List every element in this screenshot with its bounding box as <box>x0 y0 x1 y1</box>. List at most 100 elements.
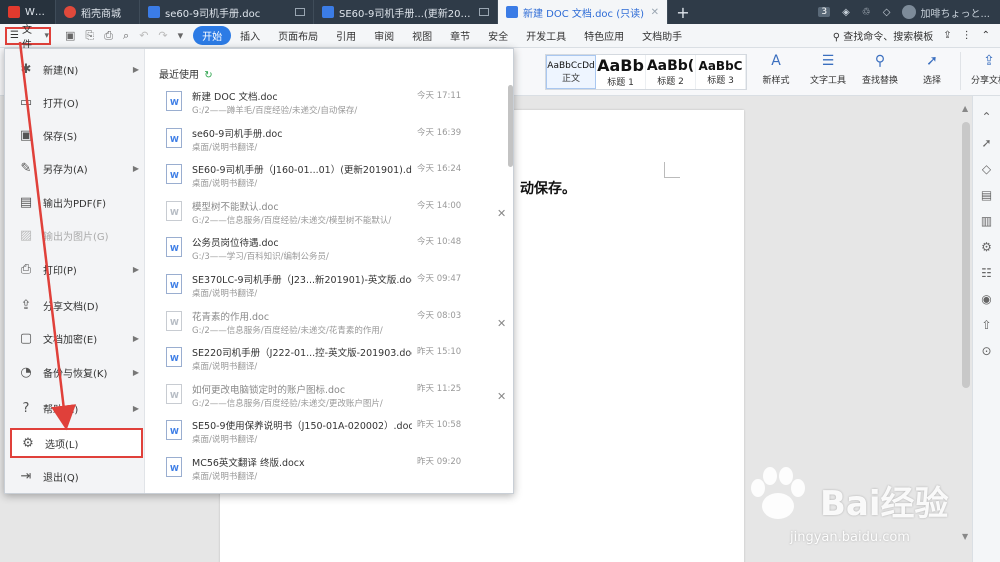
collapse-icon[interactable]: ⌃ <box>981 110 991 124</box>
recent-file-name: 花青素的作用.doc <box>192 311 270 323</box>
file-menu-item[interactable]: ⇥ 退出(Q) <box>5 461 145 491</box>
recent-file-row[interactable]: se60-9司机手册.doc 桌面/说明书翻译/今天 16:39 <box>159 126 499 162</box>
tab-review[interactable]: 审阅 <box>365 28 403 43</box>
document-text[interactable]: 动保存。 <box>520 178 576 198</box>
select-button[interactable]: ➚ 选择 <box>908 52 956 90</box>
recent-file-row[interactable]: SE50-9使用保养说明书（J150-01A-020002）.docx 桌面/说明… <box>159 418 499 454</box>
recent-file-row[interactable]: 如何更改电脑锁定时的账户图标.doc G:/2——信息服务/百度经验/未递交/更改… <box>159 382 506 418</box>
tab-references[interactable]: 引用 <box>327 28 365 43</box>
recent-file-path: G:/3——学习/百科知识/编制公务员/ <box>192 252 329 263</box>
scroll-up-icon[interactable]: ▲ <box>962 104 968 113</box>
recent-file-row[interactable]: SE370LC-9司机手册（J23...新201901)-英文版.docx 桌面/… <box>159 272 499 308</box>
backup-icon[interactable]: ⊙ <box>981 344 991 358</box>
properties-icon[interactable]: ⚙ <box>981 240 992 254</box>
shirt-icon[interactable]: ♲ <box>862 7 871 18</box>
style-preview: AaBb( <box>646 57 695 74</box>
tab-page-layout[interactable]: 页面布局 <box>269 28 327 43</box>
recent-file-row[interactable]: MC56英文翻译 终版.docx 桌面/说明书翻译/昨天 09:20 <box>159 455 499 491</box>
customize-icon[interactable]: ▾ <box>178 29 184 43</box>
vertical-scrollbar[interactable] <box>962 122 970 388</box>
save-icon[interactable]: ▣ <box>65 29 75 43</box>
style-normal[interactable]: AaBbCcDd 正文 <box>546 55 596 89</box>
export-icon[interactable]: ⎘ <box>85 29 94 43</box>
style-pane-icon[interactable]: ▤ <box>981 188 992 202</box>
refresh-icon[interactable]: ↻ <box>204 70 212 81</box>
remove-recent-icon[interactable]: ✕ <box>497 390 506 403</box>
more-icon[interactable]: ⋮ <box>962 30 972 41</box>
backup-icon: ◔ <box>20 364 32 380</box>
tool-label: 新样式 <box>762 76 790 86</box>
review-icon[interactable]: ☷ <box>981 266 992 280</box>
file-menu-item[interactable]: ⎙ 打印(P) ▶ <box>5 254 145 284</box>
shapes-icon[interactable]: ◇ <box>982 162 991 176</box>
tab-view[interactable]: 视图 <box>403 28 441 43</box>
tab-document[interactable]: se60-9司机手册.doc <box>140 0 314 24</box>
find-replace-button[interactable]: ⚲ 查找替换 <box>856 52 904 90</box>
new-style-button[interactable]: A 新样式 <box>752 52 800 90</box>
wps-logo-icon <box>8 6 20 18</box>
skin-icon[interactable]: ◈ <box>842 7 850 18</box>
recent-file-row[interactable]: 公务员岗位待遇.doc G:/3——学习/百科知识/编制公务员/今天 10:48 <box>159 235 499 271</box>
file-menu-item[interactable]: ▢ 文档加密(E) ▶ <box>5 323 145 353</box>
new-tab-button[interactable]: + <box>668 0 698 24</box>
tool-label: 分享文档 <box>970 76 1000 86</box>
recent-files-scrollbar[interactable] <box>508 85 513 167</box>
layout-icon[interactable]: ▥ <box>981 214 992 228</box>
remove-recent-icon[interactable]: ✕ <box>497 317 506 330</box>
tab-featured[interactable]: 特色应用 <box>575 28 633 43</box>
file-menu-item[interactable]: ✱ 新建(N) ▶ <box>5 54 145 84</box>
cursor-icon[interactable]: ➚ <box>981 136 991 150</box>
share-icon[interactable]: ⇪ <box>943 30 951 41</box>
redo-icon[interactable]: ↷ <box>158 29 167 43</box>
search-command[interactable]: ⚲ 查找命令、搜索模板 <box>833 28 934 43</box>
search-command-label: 查找命令、搜索模板 <box>843 32 934 43</box>
file-menu-item[interactable]: ◔ 备份与恢复(K) ▶ <box>5 357 145 387</box>
file-menu-item[interactable]: ▭ 打开(O) <box>5 87 145 117</box>
tool-label: 文字工具 <box>809 76 846 86</box>
recent-file-row[interactable]: SE60-9司机手册（J160-01...01）(更新201901).docx 桌… <box>159 162 499 198</box>
chevron-right-icon: ▶ <box>132 64 139 74</box>
tab-home[interactable]: 开始 <box>193 26 232 45</box>
undo-icon[interactable]: ↶ <box>139 29 148 43</box>
style-heading-3[interactable]: AaBbC 标题 3 <box>696 55 746 89</box>
file-menu-item[interactable]: ▤ 输出为PDF(F) <box>5 187 145 217</box>
file-menu-item[interactable]: ✎ 另存为(A) ▶ <box>5 153 145 183</box>
file-menu-item[interactable]: ⇪ 分享文档(D) <box>5 290 145 320</box>
word-doc-icon <box>166 200 182 221</box>
recent-file-time: 今天 10:48 <box>417 237 462 248</box>
close-icon[interactable]: ✕ <box>651 7 659 18</box>
text-tools-button[interactable]: ☰ 文字工具 <box>804 52 852 90</box>
window-count-badge[interactable]: 3 <box>818 7 831 17</box>
tab-docer-store[interactable]: 稻壳商城 <box>56 0 140 24</box>
style-heading-1[interactable]: AaBb 标题 1 <box>596 55 646 89</box>
style-heading-2[interactable]: AaBb( 标题 2 <box>646 55 696 89</box>
file-menu-item[interactable]: ▨ 输出为图片(G) <box>5 220 145 250</box>
file-menu-item[interactable]: ⚙ 选项(L) <box>10 428 143 458</box>
tab-chapter[interactable]: 章节 <box>441 28 479 43</box>
user-account[interactable]: 加啡ちょっと... <box>902 5 990 20</box>
share-document-button[interactable]: ⇪ 分享文档 <box>965 52 1000 90</box>
tab-label: 新建 DOC 文档.doc (只读) <box>523 8 645 20</box>
tab-security[interactable]: 安全 <box>479 28 517 43</box>
collapse-ribbon-icon[interactable]: ⌃ <box>982 30 990 41</box>
print-preview-icon[interactable]: ⌕ <box>123 29 129 43</box>
style-name: 标题 1 <box>607 78 634 88</box>
avatar <box>902 5 917 19</box>
tab-document-active[interactable]: 新建 DOC 文档.doc (只读) ✕ <box>498 0 668 24</box>
recent-file-row[interactable]: 新建 DOC 文档.doc G:/2——蹲羊毛/百度经验/未递交/自动保存/今天 … <box>159 89 499 125</box>
share-pane-icon[interactable]: ⇧ <box>981 318 991 332</box>
remove-recent-icon[interactable]: ✕ <box>497 207 506 220</box>
recent-file-row[interactable]: 花青素的作用.doc G:/2——信息服务/百度经验/未递交/花青素的作用/今天 … <box>159 309 506 345</box>
tab-insert[interactable]: 插入 <box>231 28 269 43</box>
cube-icon[interactable]: ◇ <box>883 7 891 18</box>
tab-doc-assistant[interactable]: 文档助手 <box>633 28 691 43</box>
recent-file-row[interactable]: 模型树不能默认.doc G:/2——信息服务/百度经验/未递交/模型树不能默认/今… <box>159 199 506 235</box>
limit-icon[interactable]: ◉ <box>981 292 991 306</box>
recent-file-row[interactable]: SE220司机手册（J222-01...控-英文版-201903.docx 桌面/… <box>159 345 499 381</box>
print-icon[interactable]: ⎙ <box>104 29 113 43</box>
tab-document[interactable]: SE60-9司机手册...(更新201901) <box>314 0 498 24</box>
file-menu-item[interactable]: ▣ 保存(S) <box>5 120 145 150</box>
file-menu-button[interactable]: ☰ 文件 ▾ <box>5 25 51 51</box>
file-menu-item[interactable]: ? 帮助(H) ▶ <box>5 393 145 423</box>
tab-developer[interactable]: 开发工具 <box>517 28 575 43</box>
